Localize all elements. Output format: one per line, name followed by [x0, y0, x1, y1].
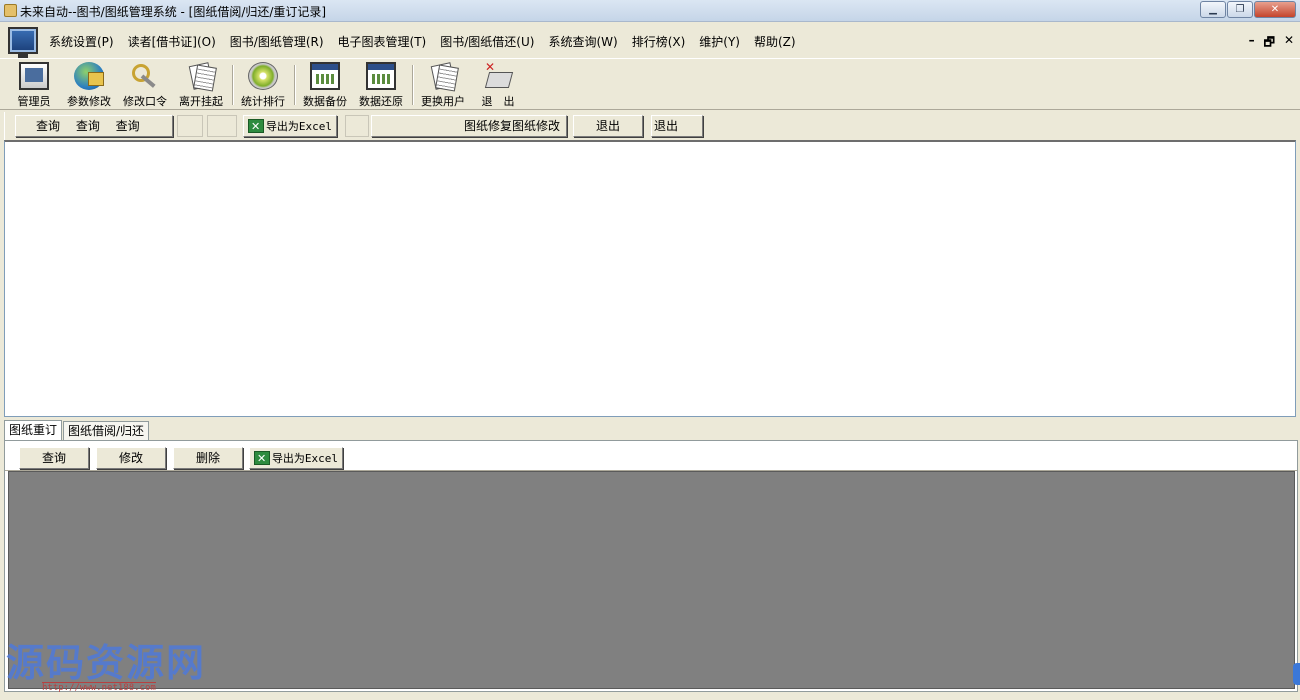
menu-item-borrow-return[interactable]: 图书/图纸借还(U) [433, 33, 541, 50]
close-button[interactable]: ✕ [1254, 1, 1296, 18]
blank-button[interactable] [207, 115, 237, 137]
app-monitor-icon [8, 27, 38, 58]
toolbar-label: 退 出 [481, 95, 515, 108]
toolbar-backup-button[interactable]: 数据备份 [300, 61, 350, 109]
documents-icon [428, 62, 458, 90]
restore-button[interactable]: ❐ [1227, 1, 1253, 18]
excel-icon [253, 449, 270, 469]
window-icon [310, 62, 340, 90]
modify-button[interactable]: 修改 [96, 447, 166, 469]
toolbar-label: 参数修改 [67, 95, 111, 108]
toolbar-suspend-button[interactable]: 离开挂起 [176, 61, 226, 109]
toolbar: 管理员 参数修改 修改口令 离开挂起 统计排行 数据备份 数据还原 更换用户 退… [0, 58, 1300, 110]
app-title-icon [4, 4, 17, 17]
window-controls: ▁ ❐ ✕ [1199, 1, 1296, 18]
excel-icon [247, 117, 264, 137]
toolbar-label: 离开挂起 [179, 95, 223, 108]
menu-item-help[interactable]: 帮助(Z) [747, 33, 803, 50]
side-scroll-handle[interactable] [1293, 663, 1300, 685]
globe-icon [74, 62, 104, 90]
window-icon [366, 62, 396, 90]
mdi-controls: – 🗗 ✕ [1249, 33, 1294, 54]
menu-item-reader[interactable]: 读者[借书证](O) [121, 33, 223, 50]
toolbar-params-button[interactable]: 参数修改 [64, 61, 114, 109]
menu-item-system-settings[interactable]: 系统设置(P) [42, 33, 121, 50]
toolbar-label: 数据备份 [303, 95, 347, 108]
export-excel-label: 导出为Excel [265, 120, 333, 133]
toolbar-label: 管理员 [17, 95, 51, 108]
query-buttons[interactable]: 查询 查询 查询 [15, 115, 173, 137]
menu-item-book-management[interactable]: 图书/图纸管理(R) [223, 33, 331, 50]
menu-items: 系统设置(P) 读者[借书证](O) 图书/图纸管理(R) 电子图表管理(T) … [42, 33, 803, 50]
menu-item-ranking[interactable]: 排行榜(X) [625, 33, 693, 50]
toolbar-restore-button[interactable]: 数据还原 [356, 61, 406, 109]
toolbar-password-button[interactable]: 修改口令 [120, 61, 170, 109]
toolbar-label: 数据还原 [359, 95, 403, 108]
export-excel-button[interactable]: 导出为Excel [243, 115, 337, 137]
toolbar-label: 更换用户 [421, 95, 465, 108]
sub-action-bar: 查询 修改 删除 导出为Excel [5, 441, 1297, 471]
menu-bar: 系统设置(P) 读者[借书证](O) 图书/图纸管理(R) 电子图表管理(T) … [0, 22, 1300, 58]
toolbar-exit-button[interactable]: 退 出 [474, 60, 522, 109]
documents-icon [186, 62, 216, 90]
tab-bar: 图纸重订 图纸借阅/归还 [4, 420, 150, 441]
export-excel-button-2[interactable]: 导出为Excel [249, 447, 343, 469]
action-bar: 查询 查询 查询 导出为Excel 图纸修复图纸修改 退出 退出 [4, 112, 1296, 140]
export-excel-label: 导出为Excel [271, 452, 339, 465]
exit-button-2[interactable]: 退出 [651, 115, 703, 137]
toolbar-admin-button[interactable]: 管理员 [12, 61, 56, 109]
monitor-icon [19, 62, 49, 90]
menu-item-chart-management[interactable]: 电子图表管理(T) [331, 33, 434, 50]
toolbar-separator [294, 65, 296, 105]
toolbar-separator [232, 65, 234, 105]
toolbar-stats-button[interactable]: 统计排行 [238, 61, 288, 109]
records-grid[interactable] [4, 140, 1296, 417]
minimize-button[interactable]: ▁ [1200, 1, 1226, 18]
tab-drawing-reorder[interactable]: 图纸重订 [4, 420, 63, 440]
toolbar-switch-user-button[interactable]: 更换用户 [418, 61, 468, 109]
toolbar-label: 修改口令 [123, 95, 167, 108]
mdi-restore-button[interactable]: 🗗 [1264, 33, 1275, 54]
mdi-close-button[interactable]: ✕ [1284, 33, 1294, 54]
toolbar-label: 统计排行 [241, 95, 285, 108]
disc-icon [248, 62, 278, 90]
menu-item-maintenance[interactable]: 维护(Y) [692, 33, 747, 50]
query-button[interactable]: 查询 [19, 447, 89, 469]
menu-item-system-query[interactable]: 系统查询(W) [541, 33, 624, 50]
drawing-edit-button[interactable]: 图纸修复图纸修改 [371, 115, 567, 137]
mdi-minimize-button[interactable]: – [1249, 33, 1255, 54]
exit-icon [483, 60, 513, 90]
blank-button[interactable] [177, 115, 203, 137]
window-title: 未来自动--图书/图纸管理系统 - [图纸借阅/归还/重订记录] [20, 5, 327, 19]
key-icon [130, 62, 160, 90]
tab-drawing-borrow-return[interactable]: 图纸借阅/归还 [63, 421, 150, 440]
title-bar: 未来自动--图书/图纸管理系统 - [图纸借阅/归还/重订记录] ▁ ❐ ✕ [0, 0, 1300, 22]
blank-button[interactable] [345, 115, 369, 137]
exit-button[interactable]: 退出 [573, 115, 643, 137]
watermark-text: 源码资源网 [6, 640, 207, 685]
watermark-url: http://www.net188.com [42, 682, 156, 693]
toolbar-separator [412, 65, 414, 105]
delete-button[interactable]: 删除 [173, 447, 243, 469]
